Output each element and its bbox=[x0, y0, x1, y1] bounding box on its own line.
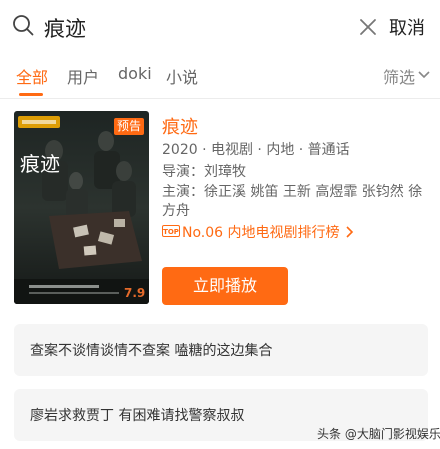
result-director: 导演：刘璋牧 bbox=[162, 164, 246, 180]
clear-icon[interactable] bbox=[359, 18, 377, 36]
active-tab-indicator bbox=[19, 93, 43, 96]
suggestion-text: 廖岩求救贾丁 有困难请找警察叔叔 bbox=[30, 408, 245, 424]
chevron-right-icon bbox=[345, 225, 353, 238]
logo-mark bbox=[18, 116, 60, 128]
tab-bar: 全部 用户 doki 小说 筛选 bbox=[0, 56, 440, 99]
play-now-button[interactable]: 立即播放 bbox=[162, 267, 288, 305]
top-rank-icon: TOP bbox=[162, 224, 180, 237]
search-icon bbox=[13, 15, 34, 36]
poster-image[interactable]: 痕迹 7.9 bbox=[14, 111, 149, 304]
suggestion-text: 查案不谈情谈情不查案 嗑糖的这边集合 bbox=[30, 343, 273, 359]
cancel-button[interactable]: 取消 bbox=[389, 14, 425, 40]
poster-date: 7.9 bbox=[124, 286, 145, 300]
rank-link[interactable]: TOP No.06 内地电视剧排行榜 bbox=[162, 221, 354, 241]
tab-novels[interactable]: 小说 bbox=[166, 64, 198, 88]
svg-text:TOP: TOP bbox=[163, 228, 179, 236]
tab-doki[interactable]: doki bbox=[118, 64, 152, 83]
result-meta: 2020 · 电视剧 · 内地 · 普通话 bbox=[162, 142, 350, 158]
tab-users[interactable]: 用户 bbox=[67, 64, 99, 88]
suggestion-item[interactable]: 查案不谈情谈情不查案 嗑糖的这边集合 bbox=[14, 324, 428, 376]
result-title[interactable]: 痕迹 bbox=[162, 113, 198, 139]
filter-button[interactable]: 筛选 bbox=[383, 64, 415, 88]
result-cast: 主演：徐正溪 姚笛 王新 高煜霏 张钧然 徐方舟 bbox=[162, 184, 423, 219]
tab-all[interactable]: 全部 bbox=[16, 64, 48, 88]
poster-title: 痕迹 bbox=[20, 152, 60, 176]
watermark: 头条 @大脑门影视娱乐 bbox=[317, 427, 440, 441]
rank-text: No.06 内地电视剧排行榜 bbox=[182, 224, 340, 241]
search-input[interactable]: 痕迹 bbox=[44, 13, 86, 43]
trailer-badge: 预告 bbox=[114, 118, 144, 135]
search-bar: 痕迹 取消 bbox=[0, 0, 440, 56]
chevron-down-icon bbox=[418, 71, 430, 79]
